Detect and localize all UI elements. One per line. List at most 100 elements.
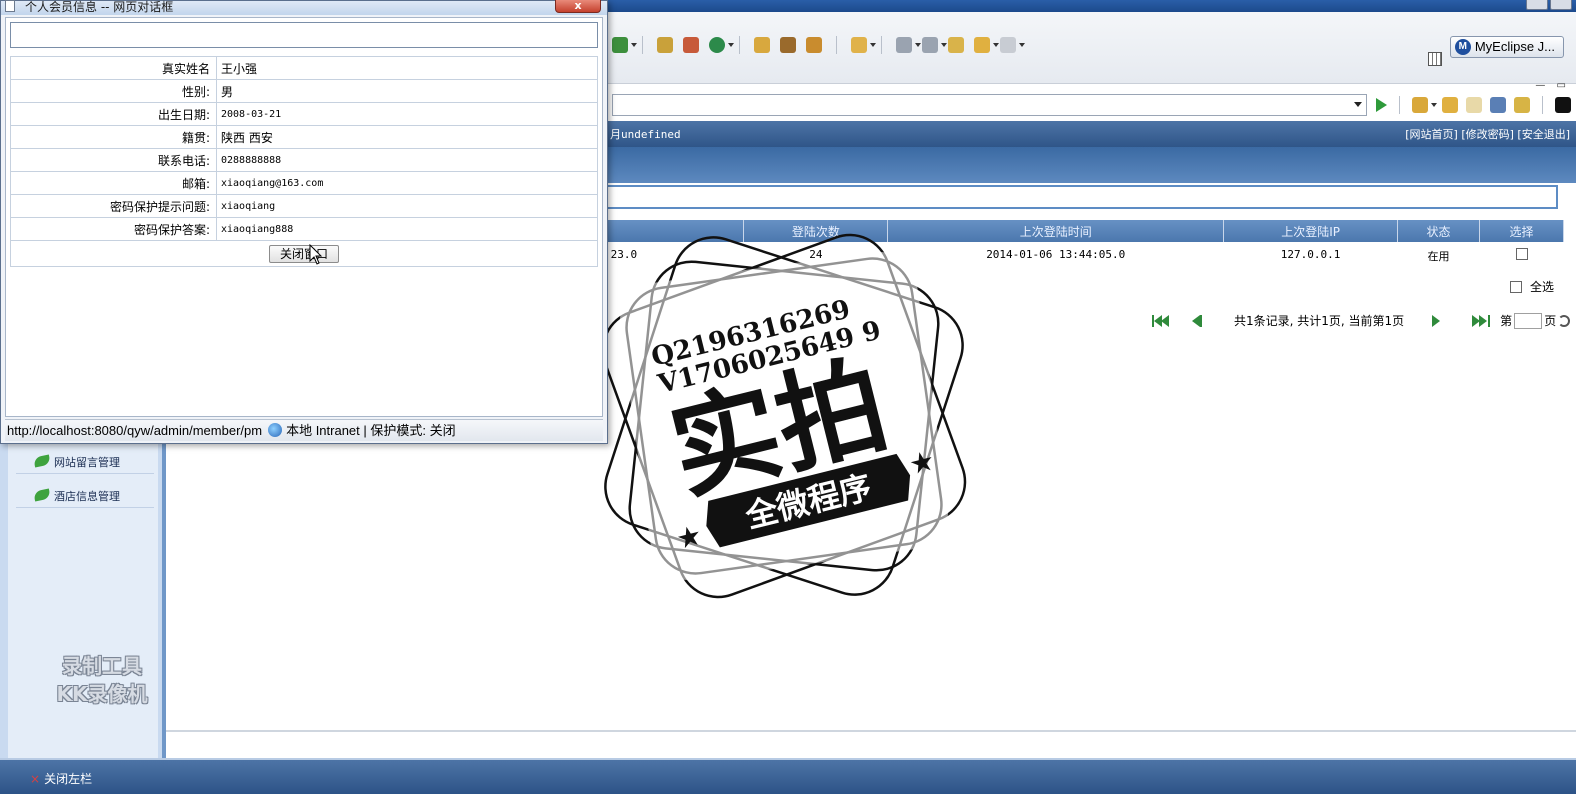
last-page-icon[interactable] — [1472, 314, 1494, 328]
perspective-button[interactable]: M MyEclipse J... — [1449, 36, 1564, 58]
debug-icon[interactable] — [806, 37, 822, 53]
minimize-button[interactable] — [1526, 0, 1548, 10]
dialog-header-box — [10, 22, 598, 48]
open-type-icon[interactable] — [754, 37, 770, 53]
field-label: 性别: — [10, 79, 217, 103]
close-sidebar-link[interactable]: 关闭左栏 — [30, 770, 92, 787]
new-file-icon[interactable] — [657, 37, 673, 53]
toolbar-separator — [1542, 96, 1543, 114]
field-label: 邮箱: — [10, 171, 217, 195]
dialog-status-bar: http://localhost:8080/qyw/admin/member/p… — [5, 419, 603, 441]
info-row: 邮箱: xiaoqiang@163.com — [10, 171, 598, 195]
cell-select — [1480, 242, 1564, 270]
back-icon[interactable] — [974, 37, 999, 53]
field-value: 2008-03-21 — [216, 102, 598, 126]
field-label: 密码保护答案: — [10, 217, 217, 241]
view-min-max-icons[interactable]: — ▭ — [1535, 80, 1570, 91]
last-edit-icon[interactable] — [948, 37, 964, 53]
browser-address-row — [612, 92, 1576, 118]
close-window-button[interactable]: 关闭窗口 — [268, 244, 339, 263]
mouse-cursor-icon — [309, 244, 323, 265]
page-number-input[interactable] — [1514, 312, 1543, 329]
toolbar-row — [612, 36, 1025, 54]
folder-icon[interactable] — [851, 37, 876, 53]
info-row: 籍贯: 陕西 西安 — [10, 125, 598, 149]
toolbar-separator — [836, 36, 837, 54]
browser-forward-icon[interactable] — [1466, 97, 1482, 113]
select-all-checkbox[interactable] — [1510, 280, 1522, 293]
select-all[interactable]: 全选 — [1510, 278, 1554, 295]
member-info-dialog: 个人会员信息 -- 网页对话框 x 真实姓名 王小强 性别: 男出生日期: 2008-0… — [0, 0, 608, 444]
dialog-close-button[interactable]: x — [555, 0, 601, 13]
globe-icon — [268, 423, 283, 437]
select-all-label: 全选 — [1530, 280, 1555, 294]
field-value: 王小强 — [216, 56, 598, 80]
search-icon[interactable] — [612, 37, 637, 53]
pager-summary: 共1条记录, 共计1页, 当前第1页 — [1234, 314, 1405, 328]
browser-back-icon[interactable] — [1442, 97, 1458, 113]
toolbar-separator — [642, 36, 643, 54]
sync-icon[interactable] — [1514, 97, 1530, 113]
recorder-line-1: 录制工具 — [62, 654, 142, 678]
recorder-line-2: KK录像机 — [56, 682, 148, 706]
admin-banner — [604, 147, 1576, 183]
info-row: 出生日期: 2008-03-21 — [10, 102, 598, 126]
prev-page-icon[interactable] — [1192, 314, 1214, 328]
content-divider — [166, 730, 1576, 732]
field-value: xiaoqiang888 — [216, 217, 598, 241]
stop-icon[interactable] — [1490, 97, 1506, 113]
forward-icon[interactable] — [1000, 37, 1025, 53]
first-page-icon[interactable] — [1150, 314, 1172, 328]
address-input[interactable] — [612, 94, 1367, 116]
prev-annotation-icon[interactable] — [922, 37, 947, 53]
page-suffix: 页 — [1544, 314, 1557, 328]
go-icon[interactable] — [1376, 98, 1387, 112]
sidebar-item-hotels[interactable]: 酒店信息管理 — [16, 478, 154, 508]
toolbar-separator — [881, 36, 882, 54]
field-label: 出生日期: — [10, 102, 217, 126]
pager: 共1条记录, 共计1页, 当前第1页 第 页 — [1150, 312, 1571, 329]
myeclipse-logo-icon: M — [1454, 39, 1471, 55]
run-icon[interactable] — [780, 37, 796, 53]
address-dropdown-icon[interactable] — [1354, 102, 1362, 107]
console-icon[interactable] — [1555, 97, 1571, 113]
admin-header: 月undefined [网站首页] [修改密码] [安全退出] — [604, 121, 1576, 147]
sidebar-item-label: 酒店信息管理 — [54, 490, 120, 503]
maximize-button[interactable] — [1550, 0, 1572, 10]
cell-last-login-ip: 127.0.0.1 — [1280, 248, 1341, 261]
package-icon[interactable] — [683, 37, 699, 53]
go-page-icon[interactable] — [1558, 314, 1571, 327]
field-value: xiaoqiang — [216, 194, 598, 218]
recorder-watermark: 录制工具 KK录像机 — [34, 652, 170, 708]
field-label: 真实姓名 — [10, 56, 217, 80]
toolbar-separator — [1399, 96, 1400, 114]
field-value: 男 — [216, 79, 598, 103]
sidebar-item-label: 网站留言管理 — [54, 456, 120, 469]
left-sidebar: 网站留言管理 酒店信息管理 — [0, 440, 166, 758]
next-annotation-icon[interactable] — [896, 37, 921, 53]
dialog-title-bar[interactable]: 个人会员信息 -- 网页对话框 x — [1, 0, 607, 15]
status-url: http://localhost:8080/qyw/admin/member/p… — [7, 423, 263, 438]
search-strip — [604, 185, 1558, 209]
leaf-icon — [33, 488, 51, 502]
field-value: 0288888888 — [216, 148, 598, 172]
footer-bar: 关闭左栏 — [0, 758, 1576, 794]
stamp-watermark: Q2196316269 V1706025649 9 实拍 全微程序 ★ ★ — [601, 233, 967, 599]
field-label: 密码保护提示问题: — [10, 194, 217, 218]
page-prefix: 第 — [1500, 314, 1513, 328]
info-row: 联系电话: 0288888888 — [10, 148, 598, 172]
refresh-icon[interactable] — [709, 37, 734, 53]
info-row: 性别: 男 — [10, 79, 598, 103]
field-value: 陕西 西安 — [216, 125, 598, 149]
favorites-icon[interactable] — [1412, 97, 1437, 113]
window-controls — [1526, 0, 1572, 10]
cell-status: 在用 — [1427, 250, 1450, 263]
next-page-icon[interactable] — [1430, 314, 1452, 328]
field-label: 联系电话: — [10, 148, 217, 172]
column-header: 状态 — [1397, 220, 1481, 242]
row-checkbox[interactable] — [1515, 248, 1528, 260]
header-links[interactable]: [网站首页] [修改密码] [安全退出] — [1405, 126, 1570, 142]
open-perspective-icon[interactable] — [1428, 52, 1442, 66]
sidebar-menu: 网站留言管理 酒店信息管理 — [8, 440, 158, 758]
sidebar-item-messages[interactable]: 网站留言管理 — [16, 444, 154, 474]
